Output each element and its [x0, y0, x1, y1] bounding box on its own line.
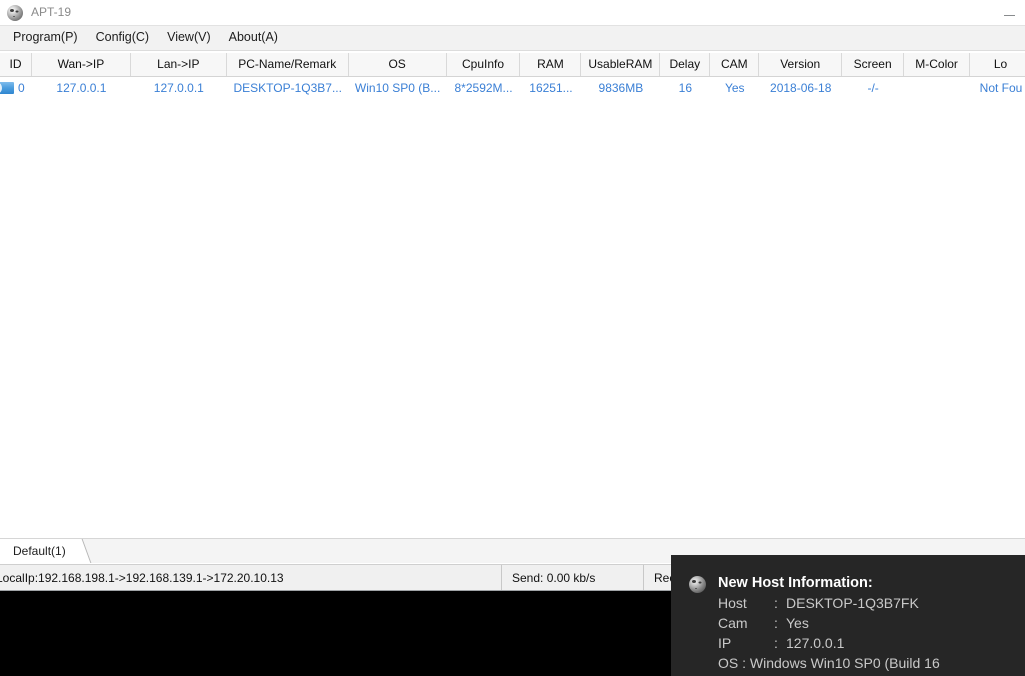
app-window: APT-19 Program(P) Config(C) View(V) Abou… — [0, 0, 1025, 591]
table-cell: DESKTOP-1Q3B7... — [233, 81, 342, 95]
menu-bar: Program(P) Config(C) View(V) About(A) — [0, 25, 1025, 51]
column-header[interactable]: Wan->IP — [32, 52, 131, 76]
column-header[interactable]: RAM — [520, 52, 582, 76]
flag-icon — [0, 82, 14, 94]
host-list-view: ID Wan->IP Lan->IP PC-Name/Remark OS CpuInfo R… — [0, 52, 1025, 538]
screen-root: APT-19 Program(P) Config(C) View(V) Abou… — [0, 0, 1025, 676]
minimize-icon — [1003, 14, 1015, 16]
status-local-ip: LocalIp:192.168.198.1->192.168.139.1->17… — [0, 565, 502, 590]
notification-host-value: DESKTOP-1Q3B7FK — [786, 595, 919, 611]
notification-cam-line: Cam : Yes — [718, 613, 940, 633]
tab-default[interactable]: Default(1) — [1, 539, 80, 563]
column-header[interactable]: Lan->IP — [131, 52, 227, 76]
table-cell: 16 — [678, 81, 692, 95]
table-cell-text: 0 — [18, 81, 25, 95]
notification-ip-value: 127.0.0.1 — [786, 635, 845, 651]
notification-cam-sep: : — [774, 615, 778, 631]
column-header[interactable]: OS — [349, 52, 447, 76]
column-header[interactable]: CAM — [710, 52, 760, 76]
new-host-notification[interactable]: New Host Information: Host : DESKTOP-1Q3… — [671, 555, 1025, 676]
table-cell: 2018-06-18 — [770, 81, 832, 95]
table-cell: 0 — [0, 77, 32, 99]
column-header[interactable]: Version — [759, 52, 843, 76]
table-cell: -/- — [867, 81, 879, 95]
menu-about[interactable]: About(A) — [220, 27, 287, 49]
table-cell: 16251... — [529, 81, 573, 95]
column-header[interactable]: M-Color — [904, 52, 971, 76]
menu-view[interactable]: View(V) — [158, 27, 220, 49]
notification-ip-key: IP — [718, 635, 732, 651]
table-cell — [904, 77, 970, 99]
window-controls — [986, 0, 1025, 25]
table-cell: Yes — [724, 81, 745, 95]
window-title: APT-19 — [31, 5, 72, 19]
notification-ip-sep: : — [774, 635, 778, 651]
column-header[interactable]: UsableRAM — [581, 52, 661, 76]
notification-cam-value: Yes — [786, 615, 809, 631]
table-cell: 127.0.0.1 — [56, 81, 107, 95]
notification-body: New Host Information: Host : DESKTOP-1Q3… — [718, 573, 940, 676]
column-header[interactable]: Delay — [660, 52, 711, 76]
minimize-button[interactable] — [986, 0, 1025, 25]
table-cell: 127.0.0.1 — [153, 81, 204, 95]
table-cell: Not Fou — [979, 81, 1023, 95]
notification-host-sep: : — [774, 595, 778, 611]
table-header-row: ID Wan->IP Lan->IP PC-Name/Remark OS CpuInfo R… — [0, 52, 1025, 77]
table-row[interactable]: 0 127.0.0.1 127.0.0.1 DESKTOP-1Q3B7... Win10… — [0, 77, 1025, 99]
app-globe-icon — [689, 576, 706, 593]
notification-ip-line: IP : 127.0.0.1 — [718, 633, 940, 653]
column-header[interactable]: Lo — [970, 52, 1025, 76]
notification-os-text: OS : Windows Win10 SP0 (Build 16 — [718, 655, 940, 671]
column-header[interactable]: PC-Name/Remark — [227, 52, 349, 76]
table-cell: Win10 SP0 (B... — [354, 81, 441, 95]
table-cell: 9836MB — [598, 81, 644, 95]
notification-cam-key: Cam — [718, 615, 748, 631]
menu-program[interactable]: Program(P) — [4, 27, 87, 49]
title-bar[interactable]: APT-19 — [0, 0, 1025, 25]
column-header[interactable]: ID — [0, 52, 32, 76]
column-header[interactable]: CpuInfo — [447, 52, 521, 76]
table-cell: 8*2592M... — [454, 81, 513, 95]
notification-title: New Host Information: — [718, 575, 873, 591]
notification-host-line: Host : DESKTOP-1Q3B7FK — [718, 593, 940, 613]
column-header[interactable]: Screen — [842, 52, 905, 76]
menu-config[interactable]: Config(C) — [87, 27, 159, 49]
status-send-rate: Send: 0.00 kb/s — [502, 565, 644, 590]
notification-os-line: OS : Windows Win10 SP0 (Build 16 — [718, 653, 940, 673]
app-globe-icon — [7, 4, 23, 21]
table-body: 0 127.0.0.1 127.0.0.1 DESKTOP-1Q3B7... Win10… — [0, 77, 1025, 99]
notification-host-key: Host — [718, 595, 747, 611]
